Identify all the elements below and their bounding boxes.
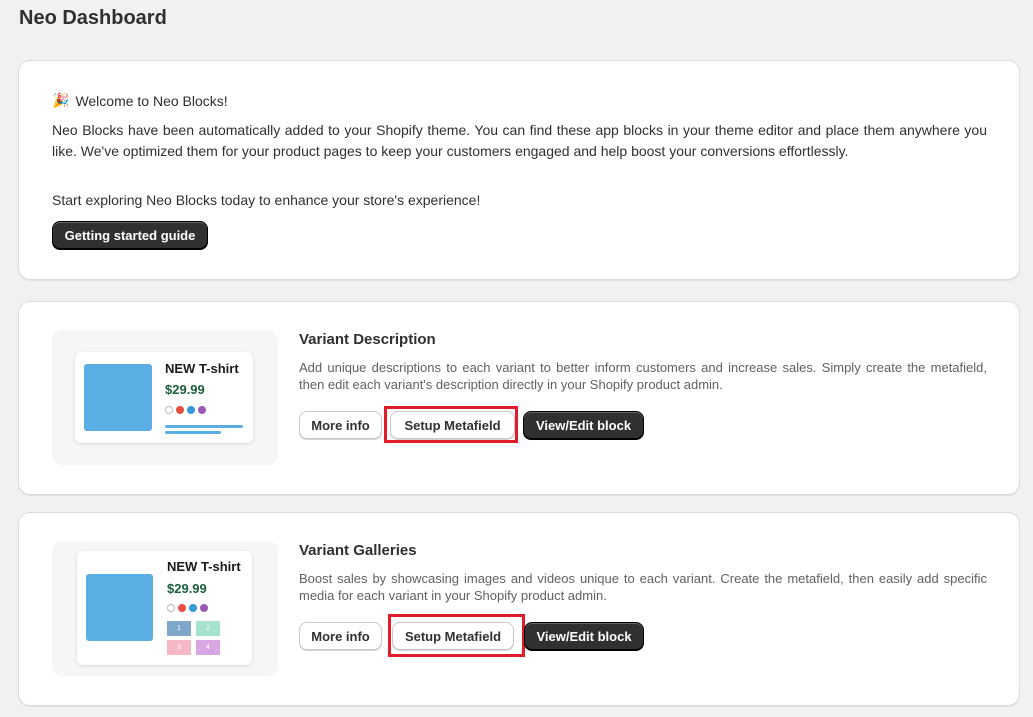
variant-description-preview: NEW T-shirt $29.99 [52, 330, 278, 465]
welcome-body: Neo Blocks have been automatically added… [52, 122, 987, 159]
swatch-purple [198, 406, 206, 414]
gallery-thumb-1: 1 [167, 621, 191, 636]
product-price: $29.99 [167, 581, 207, 596]
swatch-blue [187, 406, 195, 414]
welcome-title: Welcome to Neo Blocks! [75, 92, 228, 109]
variant-galleries-card: NEW T-shirt $29.99 1 2 3 4 Variant Galle… [18, 512, 1020, 706]
color-swatches [167, 604, 208, 612]
gallery-thumb-2: 2 [196, 621, 220, 636]
view-edit-block-button[interactable]: View/Edit block [524, 622, 644, 650]
section-description: Boost sales by showcasing images and vid… [299, 571, 987, 603]
welcome-heading: 🎉 Welcome to Neo Blocks! [52, 92, 228, 109]
color-swatches [165, 406, 206, 414]
party-popper-icon: 🎉 [52, 92, 70, 108]
preview-product-card: NEW T-shirt $29.99 1 2 3 4 [77, 551, 252, 665]
setup-metafield-button[interactable]: Setup Metafield [392, 622, 514, 650]
setup-metafield-button[interactable]: Setup Metafield [390, 411, 515, 439]
welcome-card: 🎉 Welcome to Neo Blocks! Neo Blocks have… [18, 60, 1020, 280]
welcome-cta-text: Start exploring Neo Blocks today to enha… [52, 192, 481, 208]
gallery-thumb-3: 3 [167, 640, 191, 655]
swatch-white [167, 604, 175, 612]
section-title: Variant Description [299, 331, 436, 348]
section-description: Add unique descriptions to each variant … [299, 360, 987, 392]
product-image [84, 364, 152, 431]
variant-description-card: NEW T-shirt $29.99 Variant Description A… [18, 301, 1020, 495]
product-name: NEW T-shirt [165, 361, 239, 376]
swatch-white [165, 406, 173, 414]
swatch-purple [200, 604, 208, 612]
gallery-thumb-4: 4 [196, 640, 220, 655]
swatch-blue [189, 604, 197, 612]
page-title: Neo Dashboard [19, 7, 167, 29]
description-line [165, 431, 221, 434]
variant-galleries-preview: NEW T-shirt $29.99 1 2 3 4 [52, 541, 278, 676]
preview-product-card: NEW T-shirt $29.99 [75, 352, 253, 443]
getting-started-guide-button[interactable]: Getting started guide [52, 221, 208, 249]
section-title: Variant Galleries [299, 542, 417, 559]
product-image [86, 574, 153, 641]
description-line [165, 425, 243, 428]
product-price: $29.99 [165, 382, 205, 397]
view-edit-block-button[interactable]: View/Edit block [523, 411, 644, 439]
swatch-red [176, 406, 184, 414]
product-name: NEW T-shirt [167, 559, 241, 574]
more-info-button[interactable]: More info [299, 411, 382, 439]
swatch-red [178, 604, 186, 612]
more-info-button[interactable]: More info [299, 622, 382, 650]
